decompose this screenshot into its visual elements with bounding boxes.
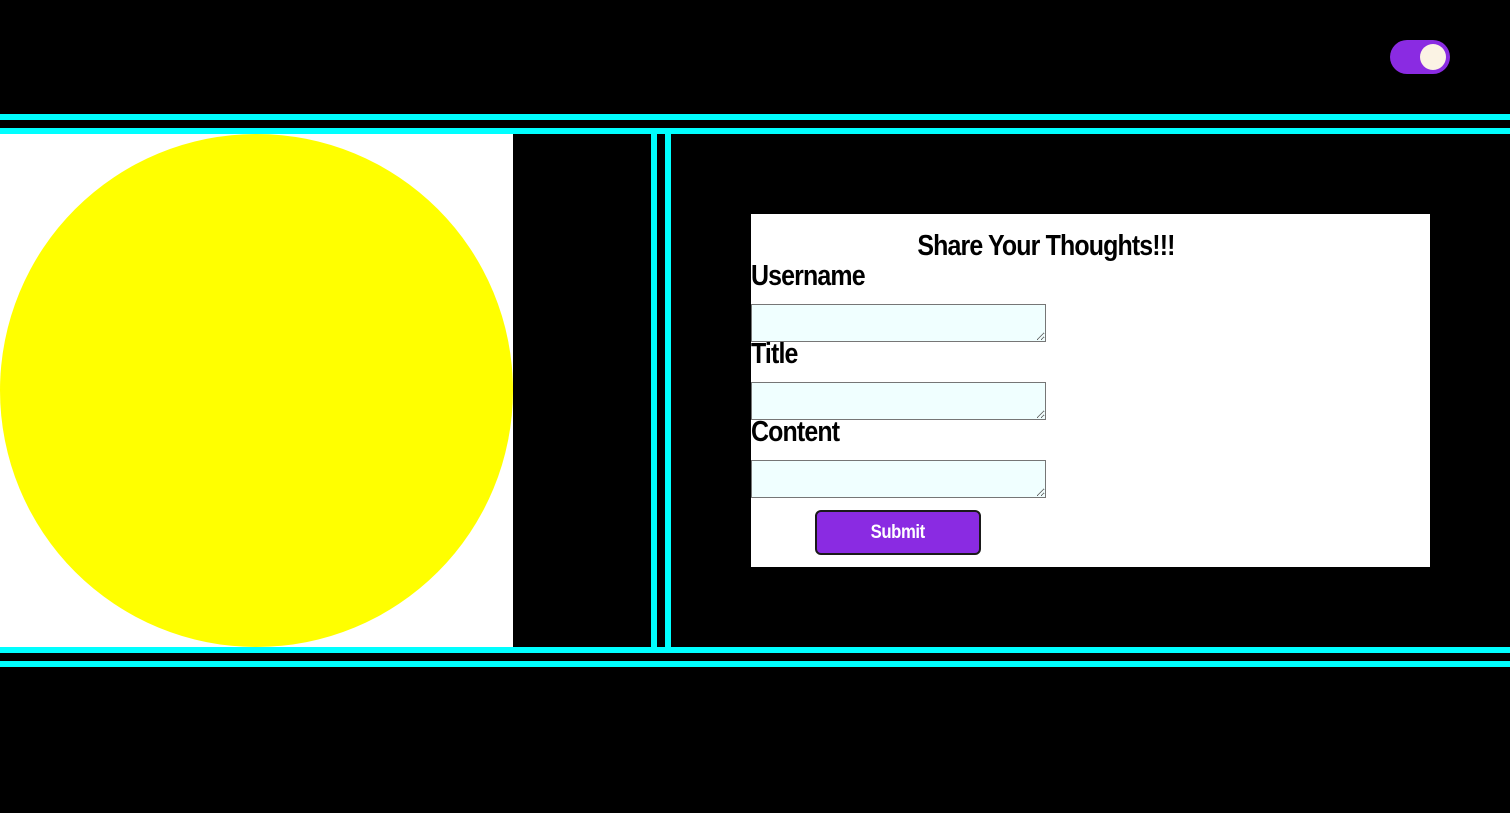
sun-image [0,134,513,647]
toggle-knob [1420,44,1446,70]
bottom-divider-line-1 [0,647,1510,653]
vertical-divider-line-1 [651,134,657,647]
title-label: Title [751,338,798,370]
form-title: Share Your Thoughts!!! [917,230,1175,262]
title-field[interactable] [751,382,1046,420]
submit-button[interactable]: Submit [815,510,981,555]
page-header [0,0,1510,114]
sun-icon [0,134,513,647]
bottom-divider-line-2 [0,661,1510,667]
vertical-divider-line-2 [665,134,671,647]
username-label: Username [751,260,866,292]
content-field[interactable] [751,460,1046,498]
content-label: Content [751,416,840,448]
theme-toggle[interactable] [1390,40,1450,74]
username-field[interactable] [751,304,1046,342]
thoughts-form: Share Your Thoughts!!! Username Title Co… [751,214,1430,567]
submit-button-label: Submit [870,521,926,543]
top-divider-line-1 [0,114,1510,120]
